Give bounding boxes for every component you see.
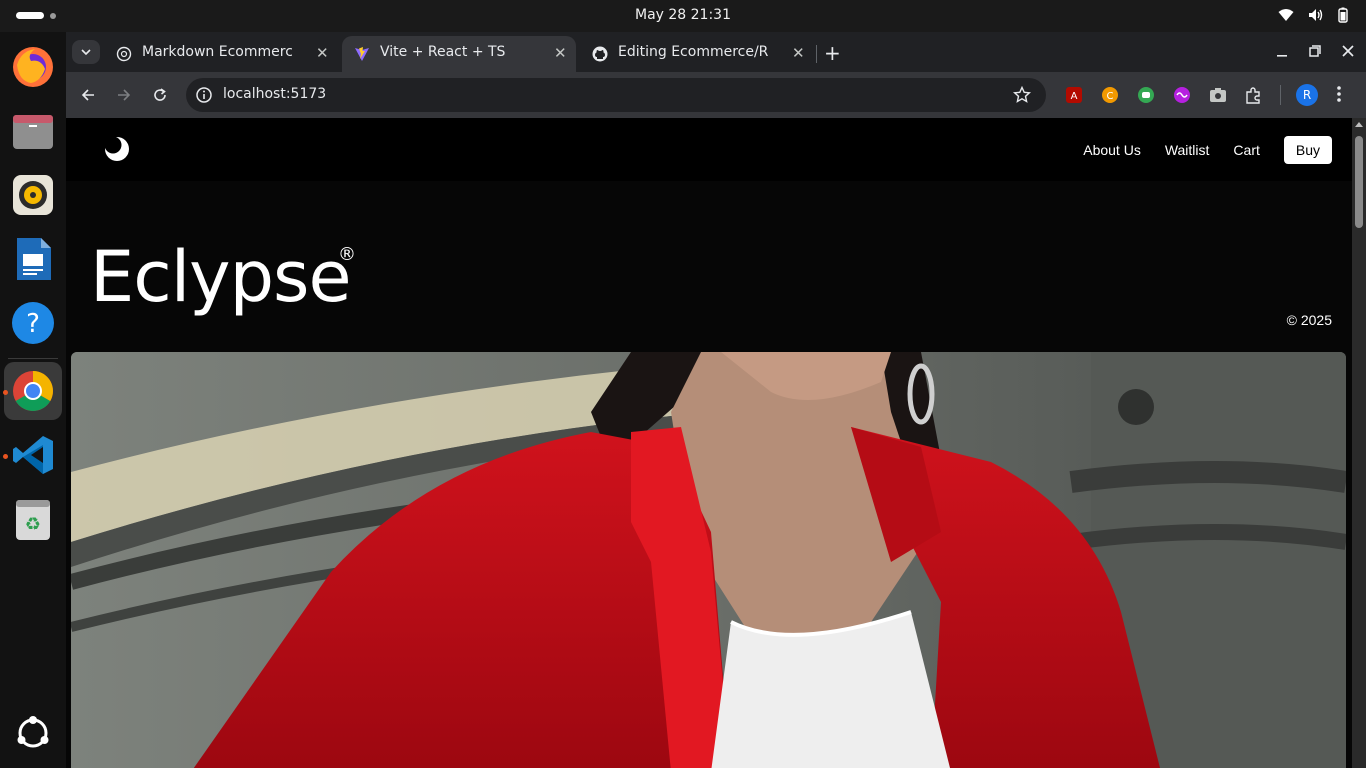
trash-icon[interactable]: ♻ [9,495,57,543]
kebab-menu-icon[interactable] [1336,84,1342,104]
nav-cart[interactable]: Cart [1233,142,1259,158]
scroll-thumb[interactable] [1355,136,1363,228]
minimize-icon [1277,55,1287,57]
bookmark-star-icon[interactable] [1013,86,1031,104]
firefox-icon[interactable] [9,43,57,91]
minimize-window-button[interactable] [1276,42,1288,61]
tab-search-button[interactable] [72,40,100,64]
volume-icon [1309,9,1323,21]
extension-coupon-icon[interactable]: C [1100,85,1120,105]
nav-waitlist[interactable]: Waitlist [1165,142,1210,158]
extensions-puzzle-icon[interactable] [1244,85,1264,105]
tab-markdown-ecommerce[interactable]: Markdown Ecommerce W ✕ [104,36,338,72]
system-top-bar: May 28 21:31 [0,0,1366,32]
chrome-running-indicator [3,390,8,395]
hero-model-image [71,352,1346,768]
arrow-left-icon [81,89,94,101]
tab-separator [816,45,817,63]
page-viewport: About Us Waitlist Cart Buy Eclypse ® © 2… [66,118,1352,768]
new-tab-button[interactable]: + [824,41,841,65]
application-dock: ? ♻ [0,32,66,768]
github-favicon-icon [592,46,608,62]
extension-acrobat-icon[interactable]: A [1064,85,1084,105]
battery-icon [1338,7,1348,23]
maximize-window-button[interactable] [1309,42,1321,61]
close-tab-icon[interactable]: ✕ [316,44,329,62]
dock-separator [8,358,58,359]
nav-about-us[interactable]: About Us [1083,142,1141,158]
nav-links: About Us Waitlist Cart Buy [1083,136,1332,164]
svg-text:A: A [1071,91,1078,102]
wifi-icon [1278,9,1294,21]
vscode-running-indicator [3,454,8,459]
svg-text:?: ? [26,309,40,339]
rhythmbox-icon[interactable] [9,171,57,219]
scroll-up-arrow-icon[interactable] [1355,122,1363,127]
extension-screenshot-icon[interactable] [1208,85,1228,105]
close-tab-icon[interactable]: ✕ [554,44,567,62]
writer-icon[interactable] [9,235,57,283]
address-bar[interactable]: localhost:5173 [186,78,1046,112]
restore-icon [1309,45,1321,57]
browser-window: Markdown Ecommerce W ✕ Vite + React + TS… [66,32,1366,768]
vite-favicon-icon [355,47,369,61]
page-scrollbar[interactable] [1352,118,1366,768]
tab-title: Markdown Ecommerce W [142,44,292,60]
back-button[interactable] [77,84,99,106]
profile-avatar[interactable]: R [1296,84,1318,106]
site-navbar: About Us Waitlist Cart Buy [66,118,1352,181]
url-text[interactable]: localhost:5173 [223,86,326,102]
tab-strip: Markdown Ecommerce W ✕ Vite + React + TS… [66,32,1366,72]
openai-favicon-icon [116,46,132,62]
extension-purple-icon[interactable] [1172,85,1192,105]
tab-vite-react[interactable]: Vite + React + TS ✕ [342,36,576,72]
toolbar-separator [1280,85,1281,105]
registered-mark: ® [338,244,356,265]
browser-toolbar: localhost:5173 A C R [66,72,1366,118]
reload-icon [154,88,166,101]
svg-text:C: C [1107,91,1114,102]
extension-chatgpt-icon[interactable] [1136,85,1156,105]
forward-button[interactable] [113,84,135,106]
help-icon[interactable]: ? [9,299,57,347]
tab-title: Vite + React + TS [380,44,506,60]
close-tab-icon[interactable]: ✕ [792,44,805,62]
chrome-icon[interactable] [4,362,62,420]
apps-grid-icon[interactable] [9,709,57,757]
site-info-icon[interactable] [194,85,214,105]
vscode-icon[interactable] [9,431,57,479]
close-icon [1342,45,1354,57]
chevron-down-icon [81,49,91,55]
arrow-right-icon [118,89,131,101]
tab-title: Editing Ecommerce/REA [618,44,768,60]
system-tray[interactable] [1278,7,1348,23]
copyright-text: © 2025 [1286,312,1332,328]
hero-title: Eclypse [90,236,352,318]
close-window-button[interactable] [1342,42,1354,61]
tab-editing-ecommerce[interactable]: Editing Ecommerce/REA ✕ [580,36,814,72]
files-icon[interactable] [9,107,57,155]
clock[interactable]: May 28 21:31 [0,7,1366,23]
reload-button[interactable] [149,84,171,106]
eclypse-logo-icon[interactable] [104,136,130,162]
svg-text:♻: ♻ [25,514,41,535]
buy-button[interactable]: Buy [1283,136,1332,164]
